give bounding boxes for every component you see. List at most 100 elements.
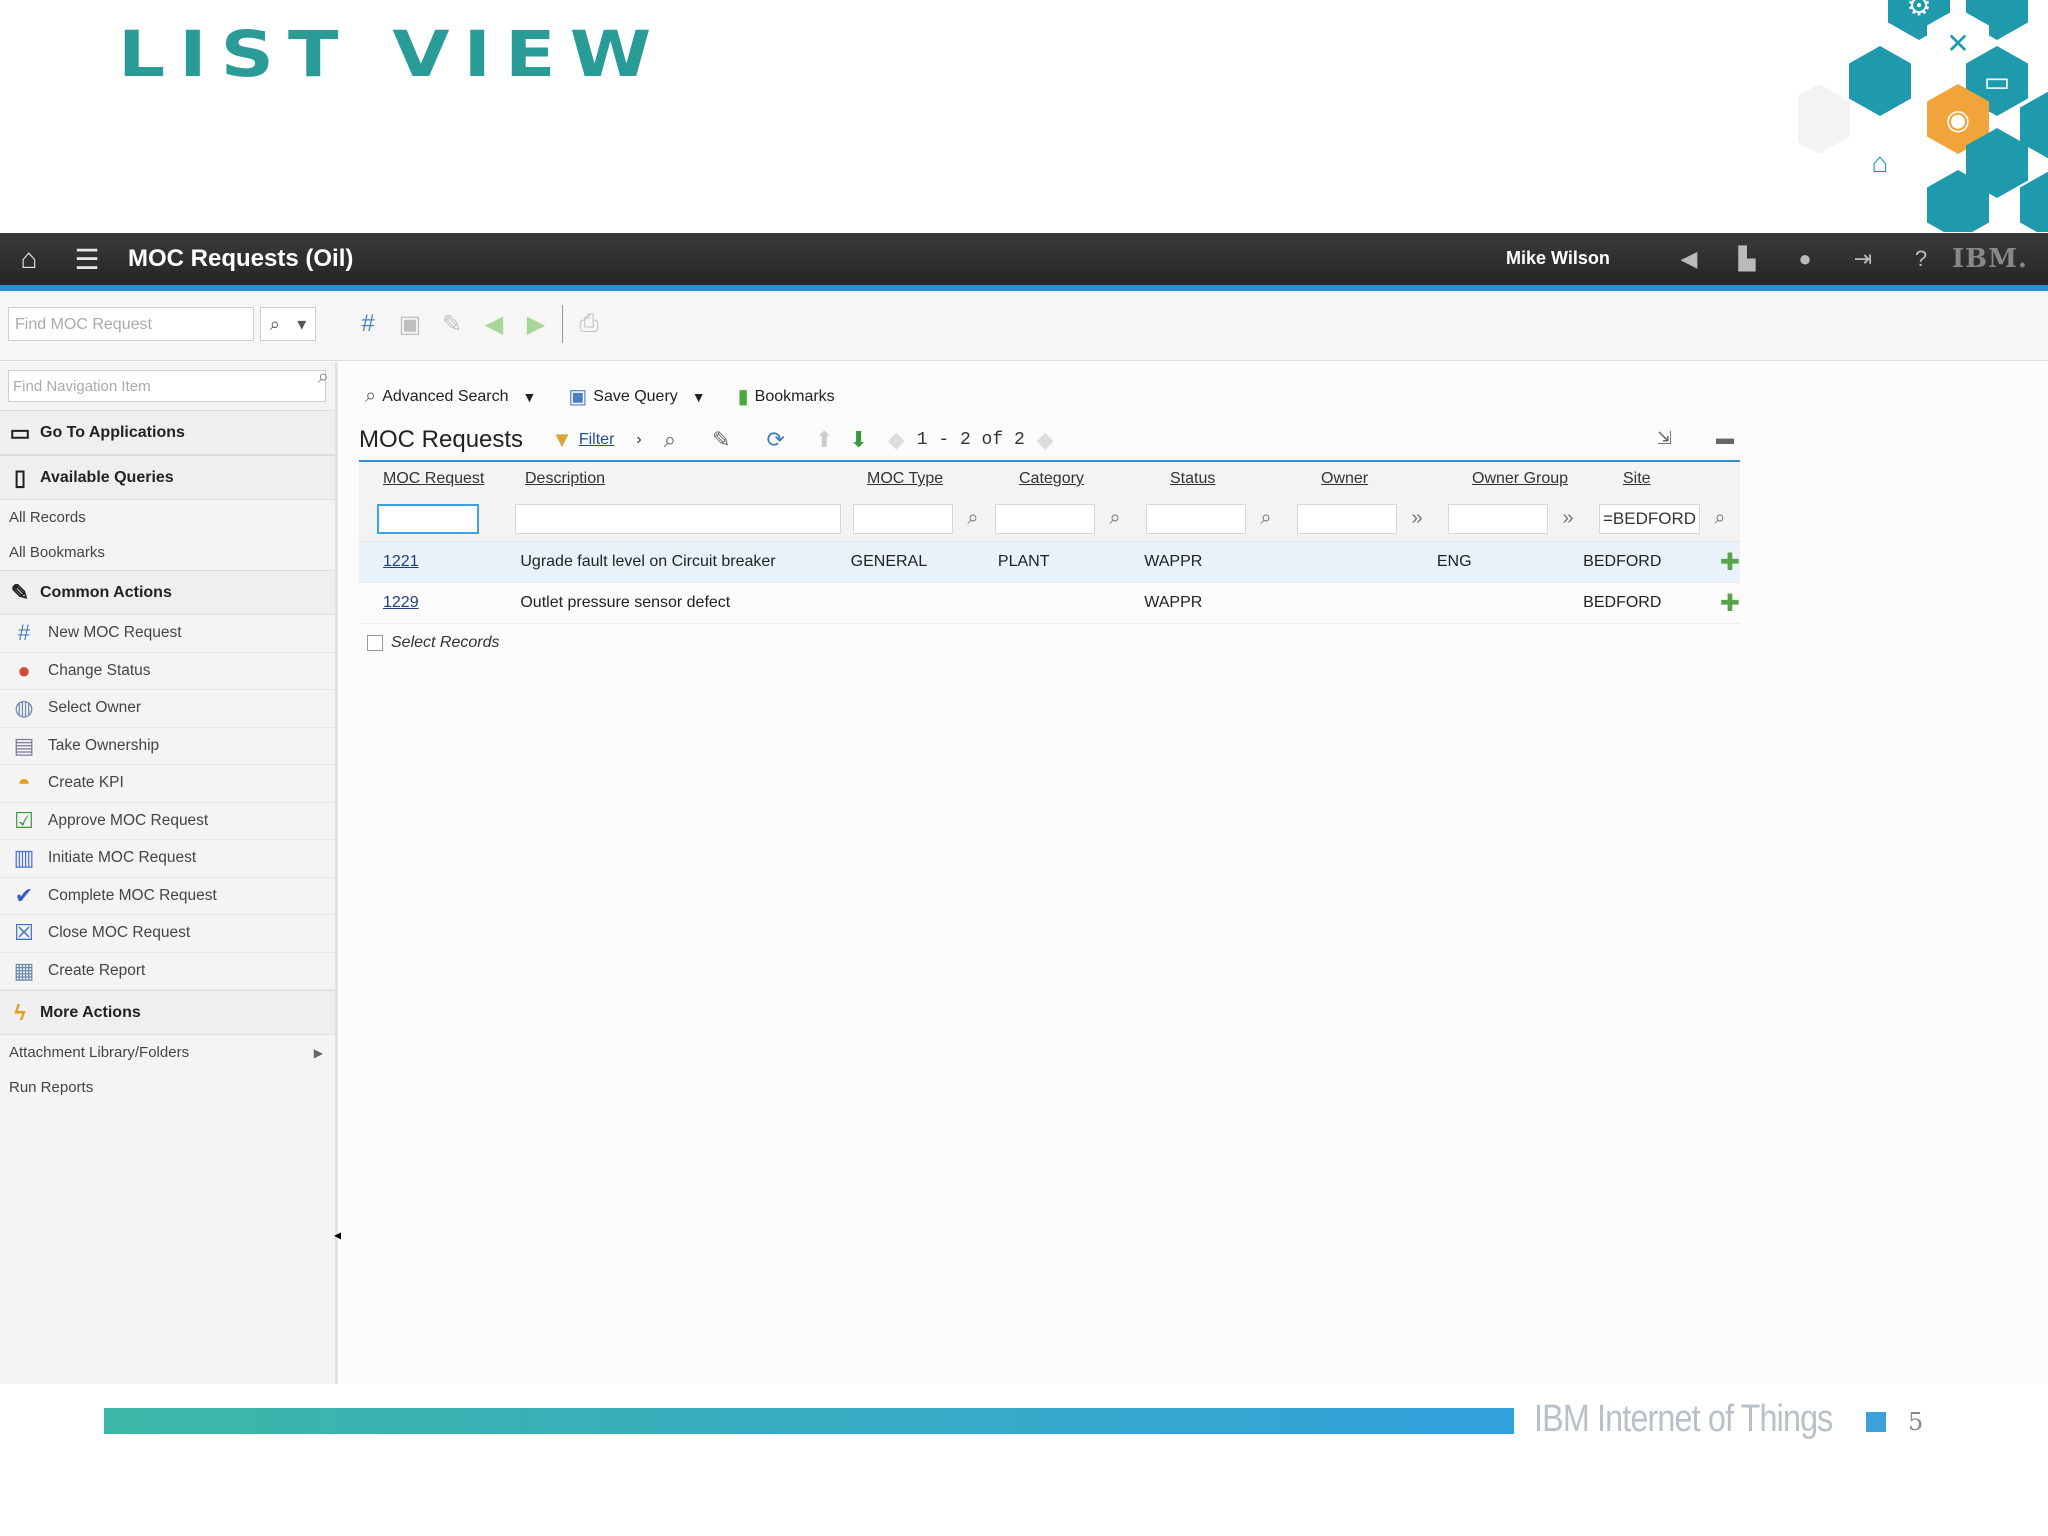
forward-arrow-icon[interactable]: ▶: [520, 306, 552, 342]
row-action-icon[interactable]: ✚: [1696, 589, 1740, 618]
find-record-input[interactable]: Find MOC Request: [8, 307, 254, 341]
filter-link[interactable]: Filter: [579, 431, 615, 449]
chevron-down-icon[interactable]: ▼: [523, 389, 537, 405]
filter-input-moc-type[interactable]: [853, 503, 953, 534]
search-icon[interactable]: ⌕: [953, 507, 993, 530]
query-all-records[interactable]: All Records: [0, 500, 335, 535]
main-content: ⌕ Advanced Search ▼ ▣ Save Query ▼ ▮ Boo…: [341, 362, 2048, 1384]
cell-moc-request[interactable]: 1221: [359, 553, 504, 571]
clear-filter-icon[interactable]: ✎: [712, 427, 730, 453]
double-chevron-icon[interactable]: »: [1397, 507, 1437, 530]
hexagon-decoration: ⚙ ✕ ▭ ◉ ⌂: [1798, 0, 2048, 232]
row-action-icon[interactable]: ✚: [1696, 548, 1740, 577]
bookmarks-button[interactable]: Bookmarks: [755, 388, 835, 406]
edit-icon[interactable]: ✎: [436, 306, 468, 342]
action-new-moc-request[interactable]: # New MOC Request: [0, 615, 335, 653]
available-queries-label: Available Queries: [40, 468, 174, 486]
filter-input-owner-group[interactable]: [1448, 503, 1548, 534]
minimize-icon[interactable]: ▬: [1716, 428, 1734, 449]
help-icon[interactable]: ?: [1892, 246, 1950, 272]
query-all-bookmarks[interactable]: All Bookmarks: [0, 535, 335, 570]
report-icon: ▦: [13, 957, 35, 983]
download-icon[interactable]: ⇲: [1657, 428, 1672, 449]
refresh-icon[interactable]: ⟳: [767, 427, 785, 453]
select-records[interactable]: Select Records: [367, 634, 500, 652]
action-label: Take Ownership: [48, 736, 160, 754]
filter-input-moc-request[interactable]: [377, 503, 479, 534]
filter-input-owner[interactable]: [1297, 503, 1397, 534]
filter-input-description[interactable]: [515, 503, 841, 534]
column-header-status[interactable]: Status: [1146, 470, 1297, 488]
action-change-status[interactable]: ● Change Status: [0, 653, 335, 690]
find-record-button[interactable]: ⌕ ▾: [260, 307, 316, 341]
results-table: MOC Request Description MOC Type Categor…: [359, 462, 1740, 624]
save-query-button[interactable]: Save Query: [593, 388, 677, 406]
column-header-owner[interactable]: Owner: [1297, 470, 1448, 488]
action-create-report[interactable]: ▦ Create Report: [0, 953, 335, 990]
menu-icon[interactable]: ☰: [58, 233, 116, 285]
previous-page-icon[interactable]: ◆: [888, 427, 905, 453]
chart-icon[interactable]: ▙: [1718, 246, 1776, 272]
user-name[interactable]: Mike Wilson: [1506, 248, 1610, 269]
action-label: Close MOC Request: [48, 924, 191, 942]
save-icon: ▣: [568, 386, 588, 408]
search-icon[interactable]: ⌕: [1095, 507, 1135, 530]
double-chevron-icon[interactable]: »: [1548, 507, 1588, 530]
search-icon[interactable]: ⌕: [1246, 507, 1286, 530]
column-header-description[interactable]: Description: [509, 470, 843, 488]
chevron-down-icon[interactable]: ▼: [692, 389, 706, 405]
cell-owner-group: ENG: [1436, 553, 1472, 570]
select-records-checkbox[interactable]: [367, 635, 383, 651]
cell-moc-request[interactable]: 1229: [359, 594, 504, 612]
go-to-applications[interactable]: ▭ Go To Applications: [0, 410, 335, 455]
attachment-library-folders[interactable]: Attachment Library/Folders ▶: [0, 1035, 335, 1070]
print-icon[interactable]: ⎙: [573, 306, 605, 342]
search-icon: ⌕: [365, 385, 377, 407]
queries-icon: ▯: [13, 464, 27, 490]
common-actions-header: ✎ Common Actions: [0, 570, 335, 615]
column-header-owner-group[interactable]: Owner Group: [1448, 470, 1599, 488]
column-header-site[interactable]: Site: [1599, 470, 1740, 488]
change-status-icon: ●: [17, 657, 31, 683]
arrow-up-icon[interactable]: ⬆: [815, 427, 833, 453]
toolbar-divider: [562, 305, 563, 343]
column-header-category[interactable]: Category: [995, 470, 1146, 488]
more-actions-header: ϟ More Actions: [0, 990, 335, 1035]
action-complete-moc-request[interactable]: ✔ Complete MOC Request: [0, 878, 335, 915]
action-select-owner[interactable]: ◍ Select Owner: [0, 690, 335, 728]
action-create-kpi[interactable]: ◓ Create KPI: [0, 765, 335, 803]
next-page-icon[interactable]: ◆: [1037, 427, 1054, 453]
search-icon[interactable]: ⌕: [318, 366, 329, 389]
action-take-ownership[interactable]: ▤ Take Ownership: [0, 728, 335, 765]
home-icon[interactable]: ⌂: [0, 233, 58, 285]
take-ownership-icon: ▤: [13, 732, 35, 758]
action-initiate-moc-request[interactable]: ▥ Initiate MOC Request: [0, 840, 335, 878]
logout-icon[interactable]: ⇥: [1834, 246, 1892, 272]
column-header-moc-request[interactable]: MOC Request: [359, 470, 509, 488]
save-icon[interactable]: ▣: [394, 306, 426, 342]
megaphone-icon[interactable]: ◀: [1660, 246, 1718, 272]
run-reports[interactable]: Run Reports: [0, 1070, 335, 1105]
filter-input-status[interactable]: [1146, 503, 1246, 534]
column-header-moc-type[interactable]: MOC Type: [843, 470, 995, 488]
nav-search-input[interactable]: Find Navigation Item: [8, 370, 326, 402]
person-icon[interactable]: ●: [1776, 246, 1834, 272]
brand-logo: IBM.: [1952, 244, 2028, 274]
action-label: Change Status: [48, 661, 151, 679]
filter-input-site[interactable]: =BEDFORD: [1599, 503, 1700, 534]
arrow-down-icon[interactable]: ⬇: [849, 427, 867, 453]
back-arrow-icon[interactable]: ◀: [478, 306, 510, 342]
new-record-icon[interactable]: #: [352, 306, 384, 342]
advanced-search-button[interactable]: Advanced Search: [382, 388, 508, 406]
table-row[interactable]: 1229 Outlet pressure sensor defect WAPPR…: [359, 583, 1740, 624]
filter-input-category[interactable]: [995, 503, 1095, 534]
table-row[interactable]: 1221 Ugrade fault level on Circuit break…: [359, 542, 1740, 583]
action-approve-moc-request[interactable]: ☑ Approve MOC Request: [0, 803, 335, 840]
record-toolbar: Find MOC Request ⌕ ▾ # ▣ ✎ ◀ ▶ ⎙: [0, 291, 2048, 361]
cell-description: Ugrade fault level on Circuit breaker: [520, 553, 776, 570]
action-close-moc-request[interactable]: ☒ Close MOC Request: [0, 915, 335, 953]
search-icon[interactable]: ⌕: [1700, 507, 1740, 530]
sidebar-collapse-handle[interactable]: ◀: [334, 1228, 343, 1248]
search-icon[interactable]: ⌕: [664, 427, 676, 453]
chevron-right-icon[interactable]: ›: [636, 431, 641, 449]
